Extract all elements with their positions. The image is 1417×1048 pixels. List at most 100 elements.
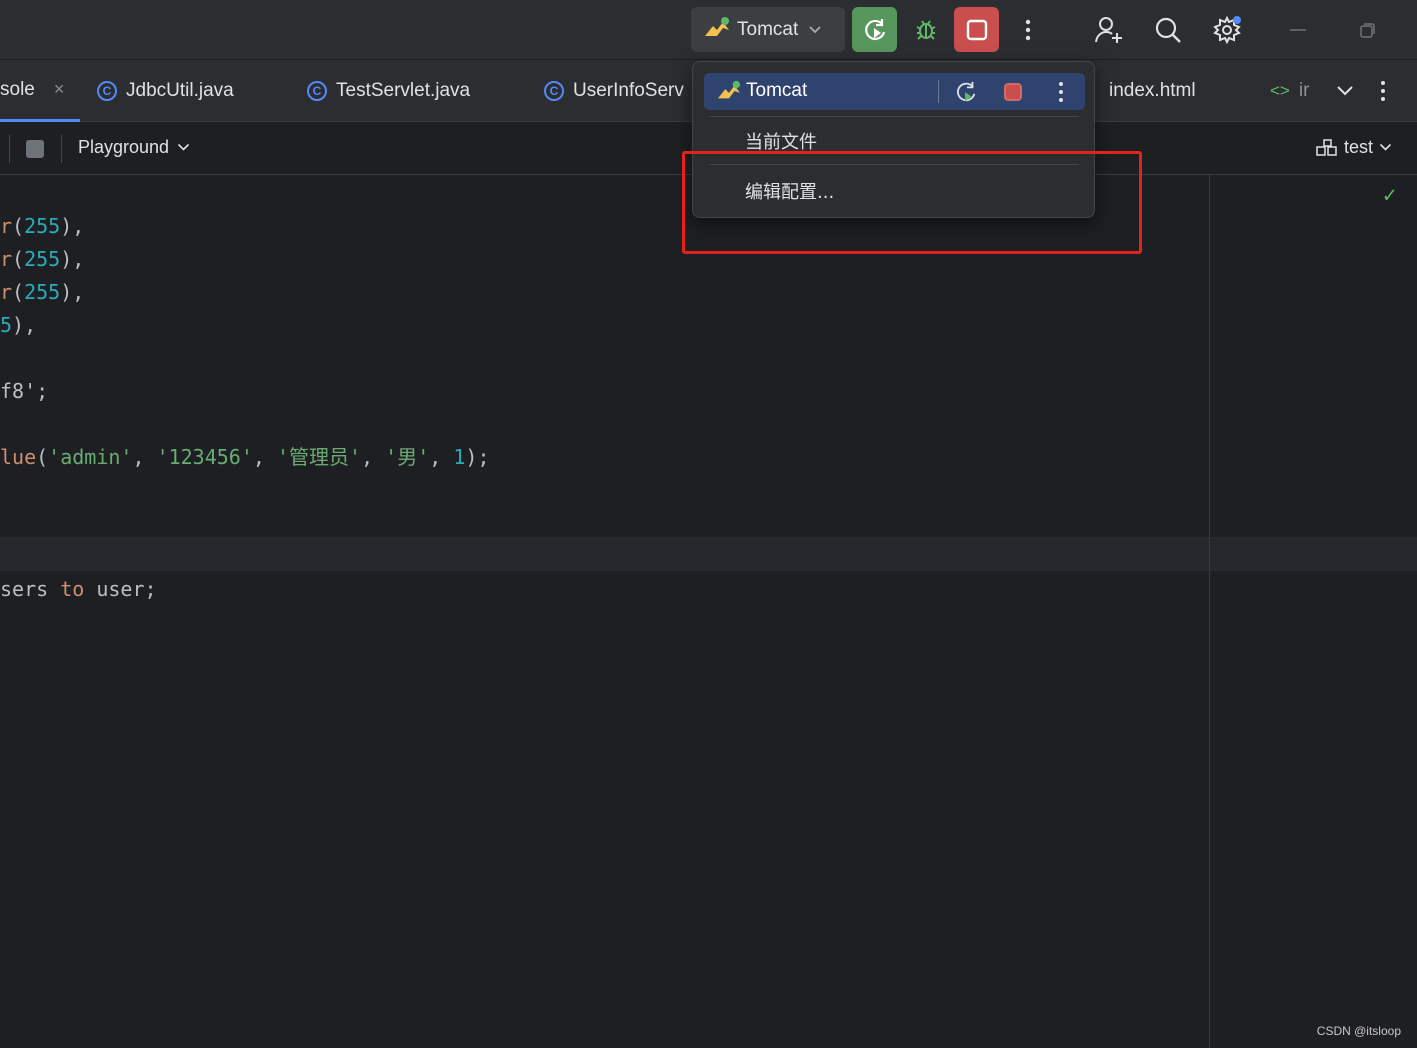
more-icon [1059,82,1063,102]
minimize-button[interactable] [1275,7,1320,52]
code-with-me-button[interactable] [1086,7,1131,52]
stop-query-button[interactable] [26,140,44,158]
no-problems-check-icon[interactable]: ✓ [1383,183,1396,208]
search-button[interactable] [1145,7,1190,52]
stop-button[interactable] [954,7,999,52]
close-icon[interactable]: × [54,79,65,100]
divider [709,116,1079,117]
chevron-down-icon [1337,86,1353,96]
code-token: , [361,445,386,469]
tab-label: UserInfoServ [573,80,684,101]
html-tag-icon: <> [1270,81,1290,100]
settings-icon [1212,15,1241,44]
code-token: ); [465,445,490,469]
search-icon [1155,17,1181,43]
code-token: ), [60,214,85,238]
code-token: , [252,445,277,469]
code-token: f8'; [0,379,49,403]
code-token: 255 [24,247,61,271]
debug-icon [916,19,935,40]
tab-label: TestServlet.java [336,80,471,101]
schema-label: test [1344,137,1374,157]
more-actions-button[interactable] [1005,7,1050,52]
code-token: user; [84,577,157,601]
code-token: ( [12,280,25,304]
restore-button[interactable] [1345,7,1390,52]
popup-item-label: Tomcat [746,80,808,101]
code-token: ( [12,247,25,271]
code-token: 255 [24,280,61,304]
code-token: 5 [0,313,13,337]
chevron-down-icon [808,20,822,39]
code-line[interactable]: 5), [0,309,36,342]
code-token: ( [12,214,25,238]
current-line-highlight [0,537,1417,571]
code-token: 1 [453,445,466,469]
code-line[interactable]: r(255), [0,210,84,243]
right-margin-guide [1209,175,1210,1048]
settings-button[interactable] [1204,7,1249,52]
code-token: sers [0,577,61,601]
code-token: , [132,445,157,469]
tab-more-button[interactable] [1380,60,1386,122]
more-icon [1381,81,1385,101]
schema-icon [1316,138,1337,156]
code-line[interactable]: r(255), [0,243,84,276]
code-line[interactable]: lue('admin', '123456', '管理员', '男', 1); [0,441,490,474]
tab-label: ir [1298,80,1310,101]
tab-console[interactable]: sole × [0,60,80,122]
more-actions-button[interactable] [1058,81,1064,107]
rerun-button[interactable] [954,80,978,108]
tab-label: sole [0,78,35,100]
popup-item-tomcat[interactable]: Tomcat [704,73,1085,110]
minimize-icon [1289,28,1306,31]
code-token: to [60,577,85,601]
code-token: '男' [385,445,430,469]
code-token: 255 [24,214,61,238]
run-config-selector[interactable]: Tomcat [691,7,845,52]
tab-html-file[interactable]: <> ir [1270,60,1309,122]
playground-label: Playground [78,137,170,157]
code-line[interactable]: f8'; [0,375,48,408]
java-class-icon: C [544,81,564,101]
code-token: '管理员' [276,445,362,469]
code-line[interactable]: sers to user; [0,573,157,606]
rerun-button[interactable] [852,7,897,52]
stop-button[interactable] [1003,82,1023,106]
tab-jdbcutil[interactable]: C JdbcUtil.java [97,60,234,122]
watermark: CSDN @itsloop [1316,1024,1401,1038]
more-icon [1025,19,1030,40]
restore-icon [1359,22,1375,38]
code-token: ), [60,280,85,304]
debug-button[interactable] [903,7,948,52]
tab-userinfoservlet[interactable]: C UserInfoServ [544,60,684,122]
code-token: ), [60,247,85,271]
code-token: , [429,445,454,469]
divider [9,135,10,163]
code-token: ), [12,313,37,337]
tab-list-dropdown[interactable] [1336,60,1354,122]
tomcat-icon [703,16,731,44]
code-token: lue [0,445,37,469]
schema-selector[interactable]: test [1316,137,1392,158]
chevron-down-icon [178,143,190,151]
java-class-icon: C [307,81,327,101]
tab-testservlet[interactable]: C TestServlet.java [307,60,470,122]
rerun-icon [957,81,976,102]
tomcat-icon [716,80,742,106]
code-line[interactable]: r(255), [0,276,84,309]
title-bar: Tomcat [0,0,1417,60]
stop-icon [966,19,987,40]
tab-label: index.html [1109,80,1196,101]
highlight-annotation-box [682,151,1142,254]
java-class-icon: C [97,81,117,101]
playground-dropdown[interactable]: Playground [78,137,190,158]
user-add-icon [1094,16,1122,43]
stop-icon [1004,83,1022,101]
divider [938,80,939,103]
rerun-icon [864,18,885,40]
code-editor[interactable]: r(255), r(255), r(255), 5), f8'; lue('ad… [0,175,1417,1048]
chevron-down-icon [1379,143,1392,151]
code-token: r [0,247,13,271]
tab-index-html[interactable]: index.html [1094,60,1196,122]
